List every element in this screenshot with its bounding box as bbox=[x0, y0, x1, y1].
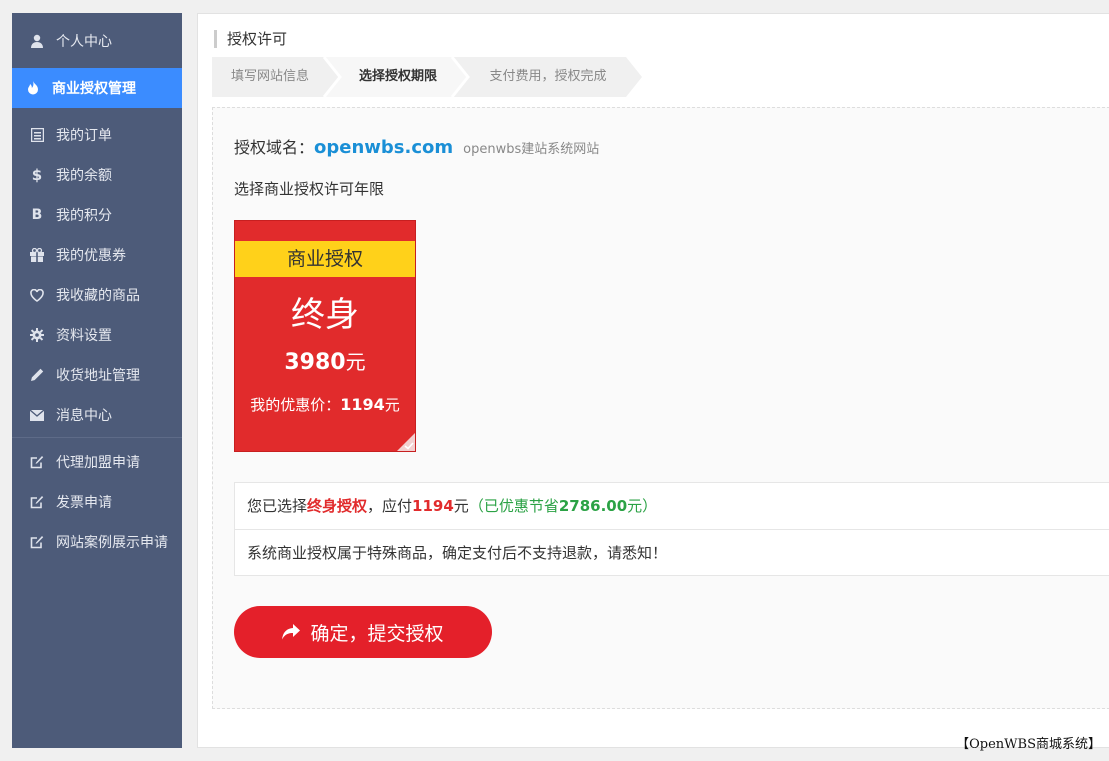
gear-icon bbox=[30, 328, 44, 342]
card-band-label: 商业授权 bbox=[235, 241, 415, 277]
fire-icon bbox=[26, 81, 40, 95]
domain-description: openwbs建站系统网站 bbox=[463, 142, 600, 157]
summary-pay-value: 1194 bbox=[412, 497, 454, 515]
license-option-lifetime[interactable]: 商业授权 终身 3980元 我的优惠价：1194元 bbox=[234, 220, 416, 452]
edit-icon bbox=[30, 495, 44, 509]
step-choose-term: 选择授权期限 bbox=[358, 69, 437, 84]
domain-row: 授权域名： openwbs.com openwbs建站系统网站 bbox=[234, 134, 599, 158]
sidebar-item-label: 商业授权管理 bbox=[52, 81, 136, 97]
summary-pay-unit: 元 bbox=[453, 497, 469, 515]
card-price-unit: 元 bbox=[345, 350, 366, 374]
sidebar-item-license-management[interactable]: 商业授权管理 bbox=[12, 68, 182, 108]
sidebar-item-label: 收货地址管理 bbox=[56, 368, 140, 384]
summary-saved-value: 2786.00 bbox=[558, 497, 628, 515]
sidebar-item-label: 我的订单 bbox=[56, 128, 112, 144]
card-price-value: 3980 bbox=[284, 350, 346, 375]
order-summary: 您已选择终身授权，应付1194元（已优惠节省2786.00元） 系统商业授权属于… bbox=[234, 482, 1109, 576]
sidebar-item-label: 我收藏的商品 bbox=[56, 288, 140, 304]
sidebar-item-label: 我的余额 bbox=[56, 168, 112, 184]
sidebar-item-label: 发票申请 bbox=[56, 495, 112, 511]
sidebar-item-label: 网站案例展示申请 bbox=[56, 535, 168, 551]
sidebar-item-label: 消息中心 bbox=[56, 408, 112, 424]
refund-notice: 系统商业授权属于特殊商品，确定支付后不支持退款，请悉知！ bbox=[247, 544, 668, 562]
sidebar-item-case-apply[interactable]: 网站案例展示申请 bbox=[12, 522, 182, 562]
sidebar-item-invoice-apply[interactable]: 发票申请 bbox=[12, 482, 182, 522]
sidebar-item-label: 我的优惠券 bbox=[56, 248, 126, 264]
license-content: 授权域名： openwbs.com openwbs建站系统网站 选择商业授权许可… bbox=[212, 107, 1109, 709]
card-discount-value: 1194 bbox=[340, 395, 385, 414]
sidebar-item-label: 资料设置 bbox=[56, 328, 112, 344]
step-fill-site-info: 填写网站信息 bbox=[230, 69, 309, 84]
domain-label: 授权域名： bbox=[234, 138, 315, 157]
sidebar-item-settings[interactable]: 资料设置 bbox=[12, 315, 182, 355]
edit-icon bbox=[30, 455, 44, 469]
watermark: 【OpenWBS商城系统】 bbox=[956, 737, 1101, 752]
sidebar-item-label: 代理加盟申请 bbox=[56, 455, 140, 471]
summary-saved-prefix: （已优惠节省 bbox=[468, 497, 559, 515]
sidebar-item-coupons[interactable]: 我的优惠券 bbox=[12, 235, 182, 275]
summary-selected-term: 终身授权 bbox=[307, 497, 368, 515]
sidebar-item-agent-apply[interactable]: 代理加盟申请 bbox=[12, 442, 182, 482]
edit-icon bbox=[30, 535, 44, 549]
sidebar-item-label: 个人中心 bbox=[56, 34, 112, 50]
card-discount: 我的优惠价：1194元 bbox=[235, 394, 415, 415]
check-icon bbox=[397, 433, 415, 451]
card-term: 终身 bbox=[291, 295, 359, 335]
sidebar-item-points[interactable]: B 我的积分 bbox=[12, 195, 182, 235]
envelope-icon bbox=[30, 408, 44, 422]
heart-icon bbox=[30, 288, 44, 302]
summary-pay-label: ，应付 bbox=[367, 497, 413, 515]
sidebar-divider bbox=[12, 437, 182, 438]
step-progress: 填写网站信息 选择授权期限 支付费用，授权完成 bbox=[212, 57, 642, 97]
list-icon bbox=[30, 128, 44, 142]
summary-selection: 您已选择终身授权，应付1194元（已优惠节省2786.00元） bbox=[247, 483, 657, 529]
sidebar-item-favorites[interactable]: 我收藏的商品 bbox=[12, 275, 182, 315]
sidebar-item-orders[interactable]: 我的订单 bbox=[12, 115, 182, 155]
sidebar: 个人中心 商业授权管理 我的订单 $ 我的余额 B 我的积分 我的优惠券 我收藏… bbox=[12, 13, 182, 748]
domain-value: openwbs.com bbox=[314, 137, 454, 158]
main-panel: 授权许可 填写网站信息 选择授权期限 支付费用，授权完成 授权域名： openw… bbox=[197, 13, 1109, 748]
gift-icon bbox=[30, 248, 44, 262]
sidebar-item-balance[interactable]: $ 我的余额 bbox=[12, 155, 182, 195]
sidebar-item-label: 我的积分 bbox=[56, 208, 112, 224]
sidebar-item-profile[interactable]: 个人中心 bbox=[12, 21, 182, 61]
submit-label: 确定，提交授权 bbox=[310, 622, 444, 645]
card-price: 3980元 bbox=[235, 346, 415, 375]
sidebar-item-messages[interactable]: 消息中心 bbox=[12, 395, 182, 435]
summary-saved-suffix: 元） bbox=[627, 497, 658, 515]
card-discount-label: 我的优惠价： bbox=[250, 396, 341, 414]
sidebar-item-address[interactable]: 收货地址管理 bbox=[12, 355, 182, 395]
dollar-icon: $ bbox=[31, 166, 43, 184]
choose-term-label: 选择商业授权许可年限 bbox=[234, 180, 385, 198]
summary-prefix: 您已选择 bbox=[247, 497, 308, 515]
user-icon bbox=[30, 34, 44, 48]
page-title: 授权许可 bbox=[214, 30, 287, 48]
submit-license-button[interactable]: 确定，提交授权 bbox=[234, 606, 492, 658]
pencil-icon bbox=[30, 368, 44, 382]
bitcoin-icon: B bbox=[31, 207, 43, 223]
step-pay-complete: 支付费用，授权完成 bbox=[489, 69, 607, 84]
card-discount-unit: 元 bbox=[384, 396, 400, 414]
share-arrow-icon bbox=[282, 624, 301, 640]
